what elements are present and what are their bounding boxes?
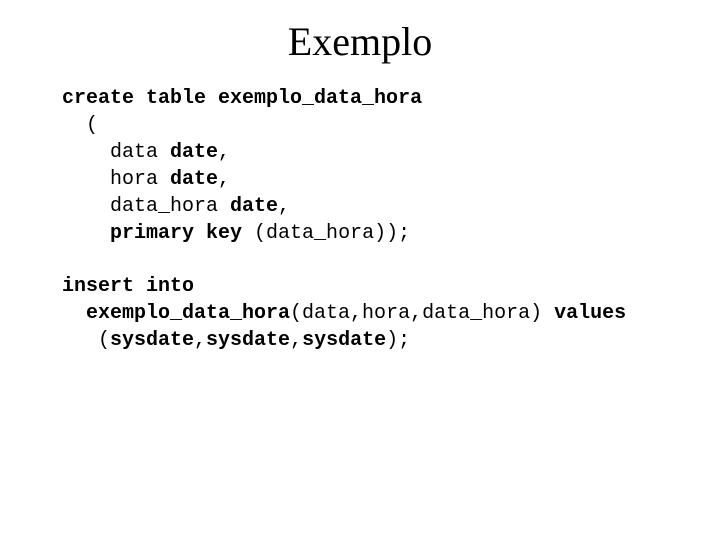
pk-post: (data_hora)); [242,222,410,245]
paren-open: ( [62,114,98,137]
values-pre: ( [62,329,110,352]
kw-values: values [554,302,626,325]
vcomma-2: , [290,329,302,352]
slide-title: Exemplo [0,18,720,65]
code-block-create: create table exemplo_data_hora ( data da… [62,85,720,247]
pk-pre [62,222,110,245]
values-post: ); [386,329,410,352]
kw-sysdate-3: sysdate [302,329,386,352]
kw-date-1: date [170,141,218,164]
comma-1: , [218,141,230,164]
kw-sysdate-1: sysdate [110,329,194,352]
code-block-insert: insert into exemplo_data_hora(data,hora,… [62,273,720,354]
comma-2: , [218,168,230,191]
kw-date-2: date [170,168,218,191]
kw-sysdate-2: sysdate [206,329,290,352]
table-name: exemplo_data_hora [206,87,422,110]
slide: Exemplo create table exemplo_data_hora (… [0,0,720,540]
insert-columns: (data,hora,data_hora) [290,302,554,325]
vcomma-1: , [194,329,206,352]
spacer [0,247,720,273]
insert-table-name: exemplo_data_hora [62,302,290,325]
kw-insert-into: insert into [62,275,194,298]
col-data-pre: data [62,141,170,164]
kw-date-3: date [230,195,278,218]
kw-primary-key: primary key [110,222,242,245]
kw-create-table: create table [62,87,206,110]
col-hora-pre: hora [62,168,170,191]
col-datahora-pre: data_hora [62,195,230,218]
comma-3: , [278,195,290,218]
